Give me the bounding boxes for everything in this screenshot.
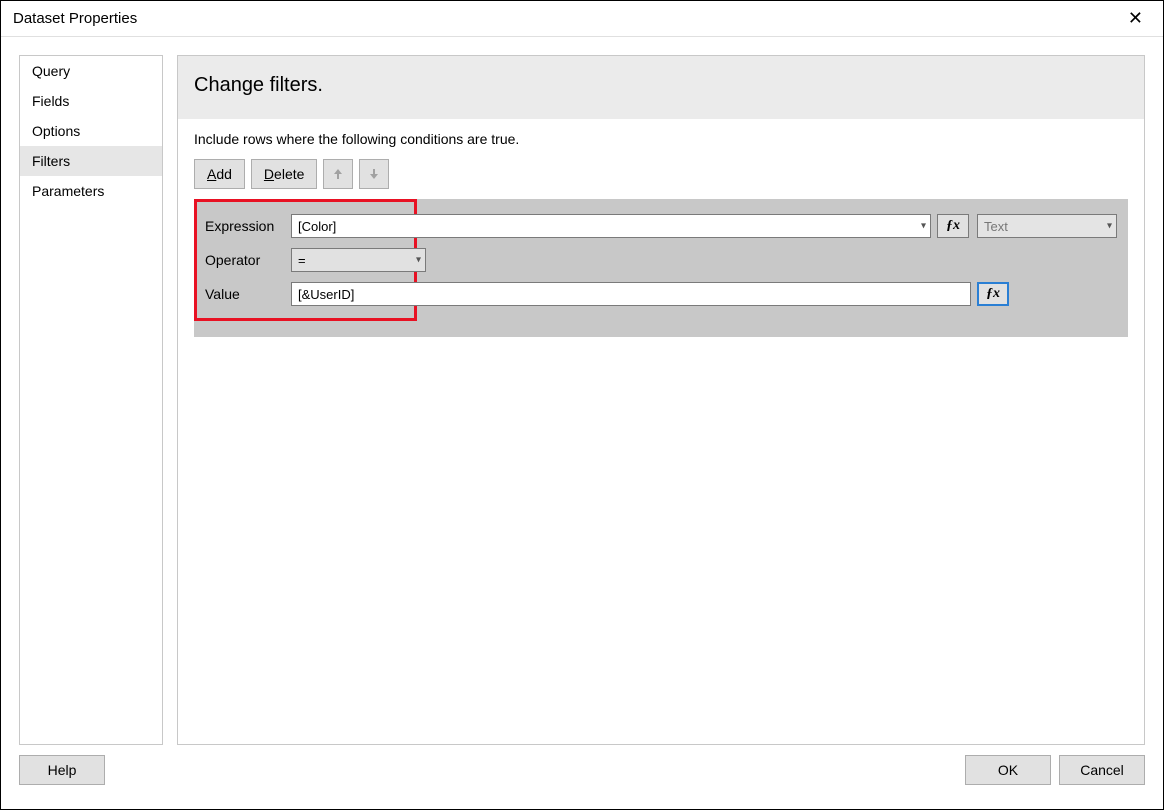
chevron-down-icon: ▾	[416, 255, 421, 266]
data-type-value: Text	[984, 219, 1008, 234]
sidenav-item-fields[interactable]: Fields	[20, 86, 162, 116]
add-button[interactable]: Add	[194, 159, 245, 189]
expression-combo[interactable]: [Color] ▾	[291, 214, 931, 238]
data-type-select[interactable]: Text ▾	[977, 214, 1117, 238]
window-title: Dataset Properties	[13, 10, 137, 27]
instruction-text: Include rows where the following conditi…	[194, 131, 1128, 147]
titlebar: Dataset Properties ✕	[1, 1, 1163, 37]
operator-select[interactable]: = ▾	[291, 248, 426, 272]
expression-label: Expression	[205, 218, 285, 234]
help-button[interactable]: Help	[19, 755, 105, 785]
dialog-footer: Help OK Cancel	[1, 745, 1163, 809]
delete-button[interactable]: Delete	[251, 159, 317, 189]
toolbar: Add Delete	[194, 159, 1128, 189]
arrow-down-icon	[367, 167, 381, 181]
panel-heading: Change filters.	[178, 56, 1144, 119]
side-navigation: Query Fields Options Filters Parameters	[19, 55, 163, 745]
operator-label: Operator	[205, 252, 285, 268]
sidenav-item-filters[interactable]: Filters	[20, 146, 162, 176]
main-panel: Change filters. Include rows where the f…	[177, 55, 1145, 745]
arrow-up-icon	[331, 167, 345, 181]
dialog-window: Dataset Properties ✕ Query Fields Option…	[0, 0, 1164, 810]
chevron-down-icon: ▾	[1107, 221, 1112, 232]
close-icon[interactable]: ✕	[1120, 4, 1151, 33]
operator-value: =	[298, 253, 306, 268]
value-textbox[interactable]: [&UserID]	[291, 282, 971, 306]
cancel-button[interactable]: Cancel	[1059, 755, 1145, 785]
sidenav-item-parameters[interactable]: Parameters	[20, 176, 162, 206]
value-label: Value	[205, 286, 285, 302]
sidenav-item-options[interactable]: Options	[20, 116, 162, 146]
value-value: [&UserID]	[298, 287, 354, 302]
chevron-down-icon: ▾	[921, 221, 926, 232]
empty-area	[194, 337, 1128, 744]
move-up-button[interactable]	[323, 159, 353, 189]
content-area: Query Fields Options Filters Parameters …	[1, 37, 1163, 745]
value-fx-button[interactable]: ƒx	[977, 282, 1009, 306]
move-down-button[interactable]	[359, 159, 389, 189]
filter-definition-panel: Expression [Color] ▾ ƒx Text ▾	[194, 199, 1128, 337]
expression-value: [Color]	[298, 219, 336, 234]
panel-body: Include rows where the following conditi…	[178, 119, 1144, 744]
sidenav-item-query[interactable]: Query	[20, 56, 162, 86]
ok-button[interactable]: OK	[965, 755, 1051, 785]
expression-fx-button[interactable]: ƒx	[937, 214, 969, 238]
